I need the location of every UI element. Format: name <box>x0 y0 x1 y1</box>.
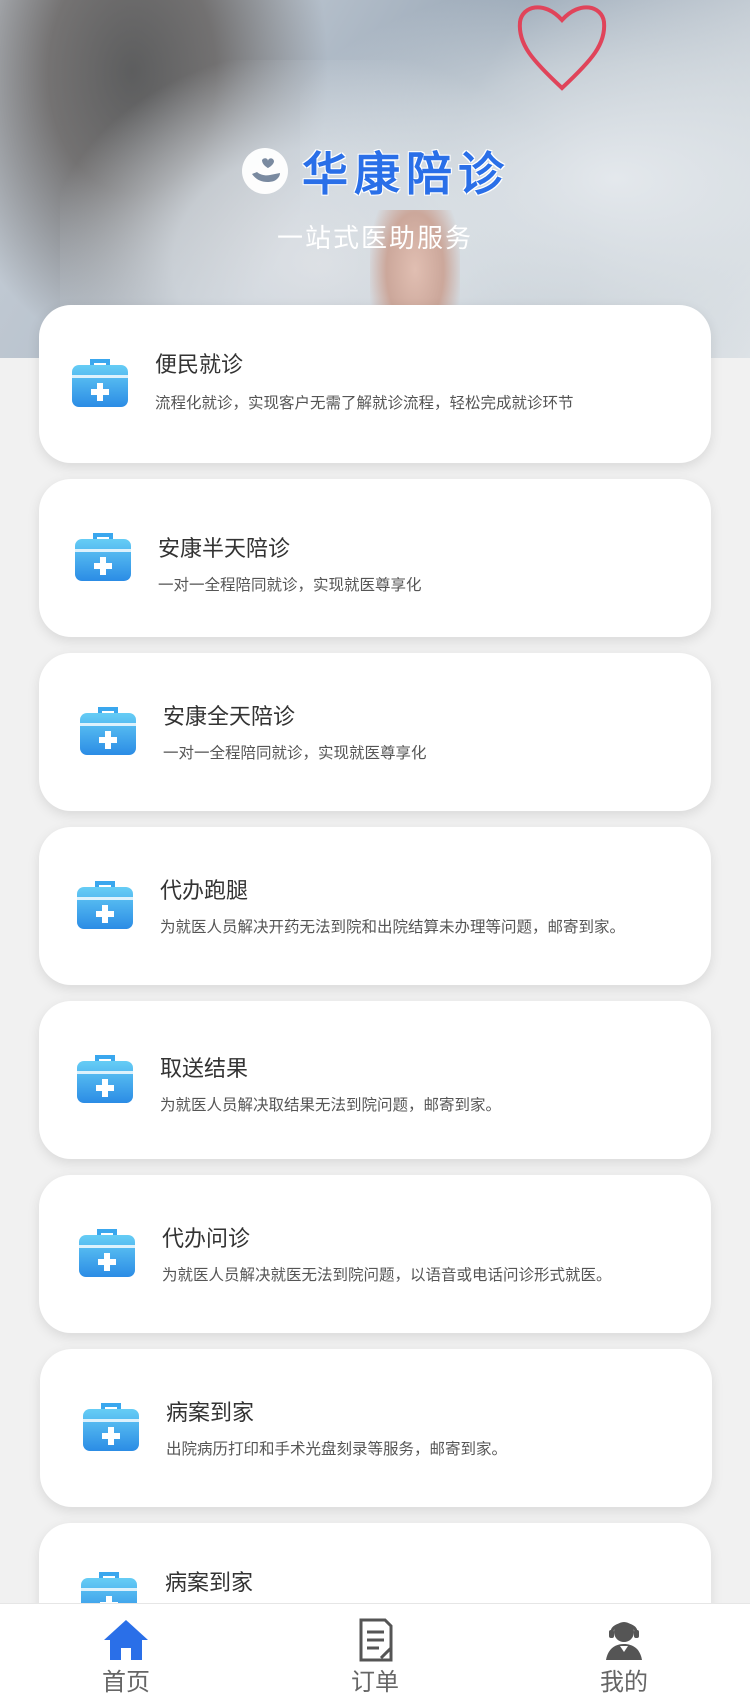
service-desc: 为就医人员解决就医无法到院问题，以语音或电话问诊形式就医。 <box>162 1266 612 1284</box>
medical-kit-icon <box>79 1229 135 1277</box>
medical-kit-icon <box>77 1055 133 1103</box>
user-agent-icon <box>606 1622 642 1660</box>
service-title: 安康全天陪诊 <box>163 705 296 730</box>
service-title: 病案到家 <box>166 1401 255 1426</box>
brand-title: 华康陪诊 <box>302 147 510 201</box>
service-title: 代办问诊 <box>162 1227 251 1252</box>
bottom-tab-bar: 首页 订单 我的 <box>0 1603 750 1700</box>
medical-kit-icon <box>75 533 131 581</box>
service-title: 取送结果 <box>160 1057 249 1082</box>
tab-home-label: 首页 <box>102 1668 150 1696</box>
document-icon <box>359 1618 393 1662</box>
medical-kit-icon <box>77 881 133 929</box>
service-title: 安康半天陪诊 <box>158 537 291 562</box>
heart-icon <box>517 5 607 91</box>
service-desc: 一对一全程陪同就诊，实现就医尊享化 <box>158 576 422 594</box>
service-card[interactable]: 代办跑腿 为就医人员解决开药无法到院和出院结算未办理等问题，邮寄到家。 <box>39 827 711 985</box>
service-card[interactable]: 病案到家 出院病历打印和手术光盘刻录等服务，邮寄到家。 <box>40 1349 712 1507</box>
service-card[interactable]: 便民就诊 流程化就诊，实现客户无需了解就诊流程，轻松完成就诊环节 <box>39 305 711 463</box>
service-card[interactable]: 安康全天陪诊 一对一全程陪同就诊，实现就医尊享化 <box>39 653 711 811</box>
hand-heart-logo-icon <box>242 148 288 194</box>
medical-kit-icon <box>72 359 128 407</box>
service-desc: 流程化就诊，实现客户无需了解就诊流程，轻松完成就诊环节 <box>155 394 574 412</box>
tab-orders[interactable]: 订单 <box>315 1604 435 1700</box>
service-title: 病案到家 <box>165 1571 254 1596</box>
medical-kit-icon <box>80 707 136 755</box>
brand-subtitle: 一站式医助服务 <box>276 224 473 254</box>
medical-kit-icon <box>83 1403 139 1451</box>
home-icon <box>104 1620 148 1660</box>
service-card[interactable]: 取送结果 为就医人员解决取结果无法到院问题，邮寄到家。 <box>39 1001 711 1159</box>
service-desc: 为就医人员解决开药无法到院和出院结算未办理等问题，邮寄到家。 <box>160 918 626 936</box>
service-card[interactable]: 代办问诊 为就医人员解决就医无法到院问题，以语音或电话问诊形式就医。 <box>39 1175 711 1333</box>
service-title: 便民就诊 <box>155 353 244 378</box>
service-title: 代办跑腿 <box>160 879 249 904</box>
service-desc: 出院病历打印和手术光盘刻录等服务，邮寄到家。 <box>166 1440 508 1458</box>
brand: 华康陪诊 <box>0 138 750 204</box>
service-desc: 为就医人员解决取结果无法到院问题，邮寄到家。 <box>160 1096 502 1114</box>
service-desc: 一对一全程陪同就诊，实现就医尊享化 <box>163 744 427 762</box>
tab-mine-label: 我的 <box>600 1668 648 1696</box>
tab-orders-label: 订单 <box>351 1668 399 1696</box>
tab-mine[interactable]: 我的 <box>564 1604 684 1700</box>
tab-home[interactable]: 首页 <box>66 1604 186 1700</box>
service-card[interactable]: 安康半天陪诊 一对一全程陪同就诊，实现就医尊享化 <box>39 479 711 637</box>
